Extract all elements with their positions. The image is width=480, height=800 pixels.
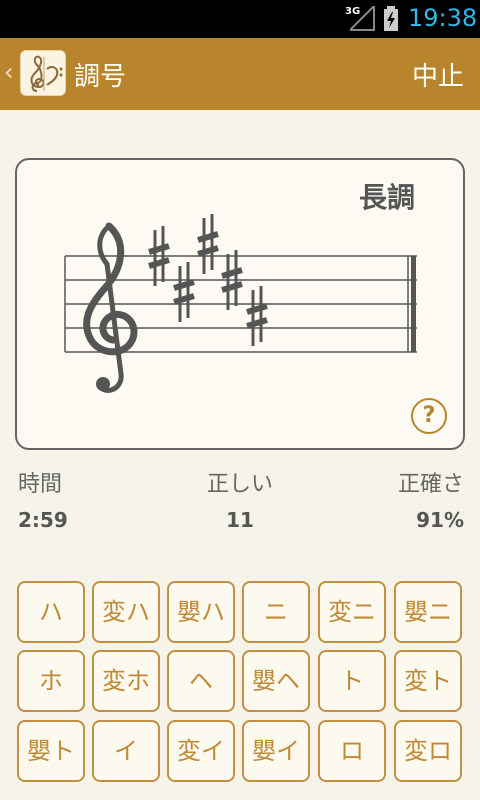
correct-value: 11	[226, 508, 254, 532]
clock: 19:38	[408, 4, 478, 32]
accuracy-value: 91%	[416, 508, 464, 532]
answer-button[interactable]: ト	[318, 650, 386, 712]
notation-card: 長調 ?	[15, 158, 465, 450]
accuracy-stat: 正確さ 91%	[398, 466, 464, 532]
correct-label: 正しい	[206, 472, 273, 497]
time-stat: 時間 2:59	[18, 466, 68, 532]
treble-clef-icon	[83, 222, 138, 393]
answer-button[interactable]: 変ニ	[318, 581, 386, 643]
status-bar: 3G 19:38	[0, 0, 480, 38]
screen-title: 調号	[74, 62, 127, 92]
abort-button[interactable]: 中止	[412, 56, 464, 93]
chevron-left-icon[interactable]: ‹	[4, 58, 14, 86]
accuracy-label: 正確さ	[397, 472, 464, 497]
answer-button[interactable]: 変ホ	[92, 650, 160, 712]
staff	[64, 214, 417, 393]
signal-icon	[350, 6, 375, 31]
answer-button[interactable]: 変イ	[167, 720, 235, 782]
answer-button[interactable]: 変ト	[394, 650, 462, 712]
answer-button[interactable]: 変ハ	[92, 581, 160, 643]
action-bar: ‹ 調号 中止	[0, 38, 480, 110]
stats-panel: 時間 2:59 正しい 11 正確さ 91%	[0, 466, 480, 536]
time-value: 2:59	[18, 508, 68, 532]
answer-button[interactable]: 嬰ハ	[167, 581, 235, 643]
battery-charging-icon	[384, 6, 398, 31]
answer-button[interactable]: ハ	[17, 581, 85, 643]
answer-button[interactable]: ロ	[318, 720, 386, 782]
answer-button[interactable]: ニ	[242, 581, 310, 643]
answer-button[interactable]: イ	[92, 720, 160, 782]
correct-stat: 正しい 11	[190, 466, 290, 532]
answer-button[interactable]: ホ	[17, 650, 85, 712]
answer-button[interactable]: ヘ	[167, 650, 235, 712]
answer-button[interactable]: 変ロ	[394, 720, 462, 782]
answer-button[interactable]: 嬰ニ	[394, 581, 462, 643]
clef-icon[interactable]	[20, 50, 66, 96]
help-button[interactable]: ?	[411, 398, 447, 434]
answer-button[interactable]: 嬰ト	[17, 720, 85, 782]
time-label: 時間	[18, 472, 63, 497]
answer-button[interactable]: 嬰ヘ	[242, 650, 310, 712]
answer-button[interactable]: 嬰イ	[242, 720, 310, 782]
